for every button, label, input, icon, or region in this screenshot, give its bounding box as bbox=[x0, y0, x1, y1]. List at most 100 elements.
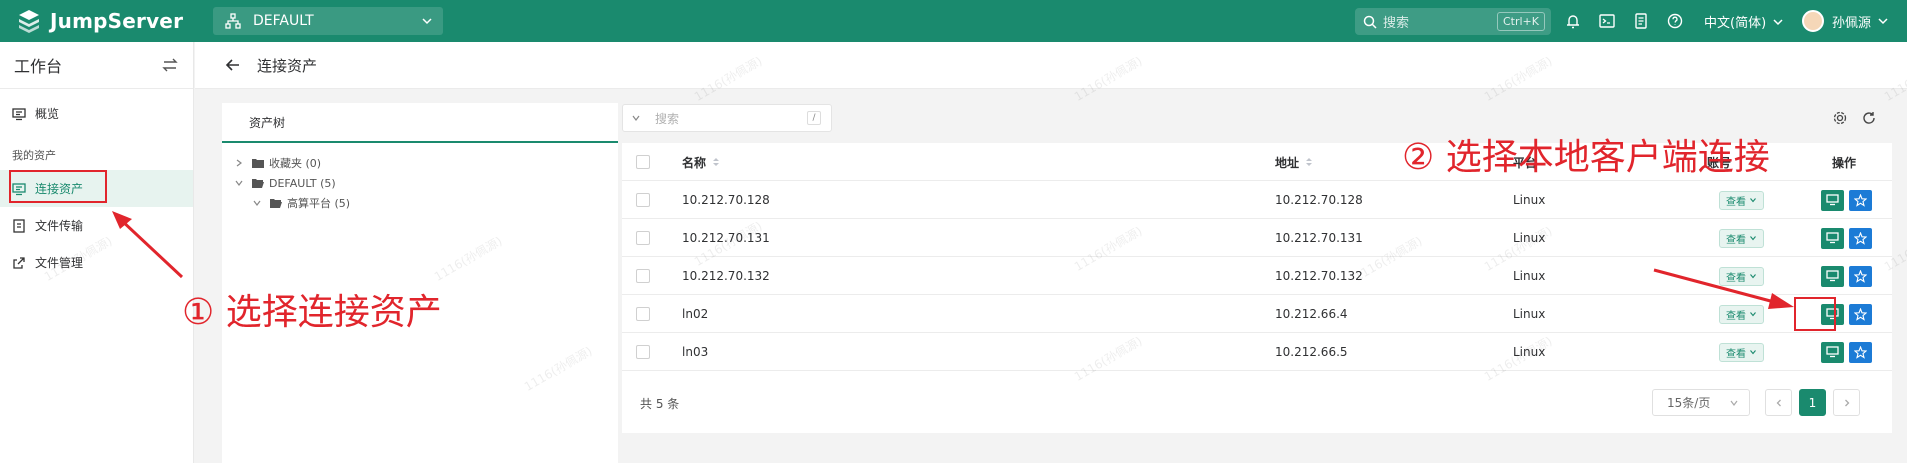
tree-node-favorites[interactable]: 收藏夹 (0) bbox=[222, 153, 618, 173]
favorite-button[interactable] bbox=[1849, 341, 1872, 363]
desktop-icon bbox=[1826, 194, 1839, 206]
asset-address: 10.212.66.5 bbox=[1275, 345, 1348, 359]
star-icon bbox=[1854, 193, 1867, 207]
settings-gear-icon[interactable] bbox=[1832, 110, 1848, 126]
view-accounts-label: 查看 bbox=[1726, 234, 1746, 246]
annotation-step1-text: ① 选择连接资产 bbox=[182, 292, 442, 333]
asset-platform: Linux bbox=[1513, 269, 1546, 283]
favorite-button[interactable] bbox=[1849, 227, 1872, 249]
tab-label: 资产树 bbox=[249, 115, 286, 130]
table-row[interactable]: ln03 10.212.66.5 Linux 查看 bbox=[622, 333, 1892, 371]
row-checkbox[interactable] bbox=[636, 269, 650, 283]
search-shortcut-hint: Ctrl+K bbox=[1496, 12, 1545, 31]
column-label: 操作 bbox=[1832, 155, 1857, 170]
chevron-down-icon bbox=[1750, 198, 1756, 203]
favorite-button[interactable] bbox=[1849, 303, 1872, 325]
tree-node-label: 收藏夹 (0) bbox=[269, 157, 322, 170]
global-search-input[interactable]: 搜索 Ctrl+K bbox=[1355, 8, 1551, 35]
desktop-icon bbox=[1826, 232, 1839, 244]
connect-asset-button[interactable] bbox=[1821, 341, 1844, 363]
star-icon bbox=[1854, 231, 1867, 245]
asset-address: 10.212.70.128 bbox=[1275, 193, 1363, 207]
chevron-down-icon bbox=[1750, 350, 1756, 355]
asset-name[interactable]: ln02 bbox=[682, 307, 708, 321]
switch-view-icon[interactable] bbox=[161, 56, 179, 74]
asset-address: 10.212.70.131 bbox=[1275, 231, 1363, 245]
view-accounts-button[interactable]: 查看 bbox=[1719, 228, 1764, 248]
language-label: 中文(简体) bbox=[1704, 16, 1767, 31]
favorite-button[interactable] bbox=[1849, 189, 1872, 211]
view-accounts-button[interactable]: 查看 bbox=[1719, 342, 1764, 362]
annotation-arrow-2 bbox=[1653, 268, 1794, 309]
row-checkbox[interactable] bbox=[636, 307, 650, 321]
favorite-button[interactable] bbox=[1849, 265, 1872, 287]
back-arrow-icon[interactable] bbox=[225, 57, 241, 73]
folder-open-icon bbox=[252, 179, 264, 188]
chevron-down-icon bbox=[632, 115, 640, 121]
sidebar-group-label: 我的资产 bbox=[12, 149, 56, 162]
tree-node-hpc-platform[interactable]: 高算平台 (5) bbox=[222, 193, 618, 213]
prev-page-button[interactable] bbox=[1765, 389, 1792, 416]
row-checkbox[interactable] bbox=[636, 345, 650, 359]
chevron-down-icon[interactable] bbox=[234, 178, 244, 188]
language-select[interactable]: 中文(简体) bbox=[1704, 12, 1784, 31]
table-row[interactable]: 10.212.70.131 10.212.70.131 Linux 查看 bbox=[622, 219, 1892, 257]
user-name: 孙佩源 bbox=[1832, 15, 1872, 31]
chevron-down-icon bbox=[1750, 236, 1756, 241]
help-icon[interactable] bbox=[1666, 12, 1684, 30]
terminal-icon[interactable] bbox=[1598, 12, 1616, 30]
star-icon bbox=[1854, 345, 1867, 359]
bell-icon[interactable] bbox=[1564, 12, 1582, 30]
sidebar-item-label: 概览 bbox=[35, 107, 60, 121]
connect-asset-button[interactable] bbox=[1821, 265, 1844, 287]
external-link-icon bbox=[13, 256, 25, 269]
search-shortcut-hint: / bbox=[807, 111, 821, 125]
asset-search-input[interactable]: 搜索 / bbox=[622, 104, 832, 132]
table-row[interactable]: 10.212.70.128 10.212.70.128 Linux 查看 bbox=[622, 181, 1892, 219]
asset-name[interactable]: 10.212.70.128 bbox=[682, 193, 770, 207]
annotation-arrow-1 bbox=[112, 211, 184, 279]
search-placeholder: 搜索 bbox=[1383, 16, 1410, 31]
search-placeholder: 搜索 bbox=[655, 111, 680, 126]
column-header-name[interactable]: 名称 bbox=[682, 143, 720, 181]
refresh-icon[interactable] bbox=[1861, 110, 1877, 126]
row-checkbox[interactable] bbox=[636, 231, 650, 245]
next-page-button[interactable] bbox=[1833, 389, 1860, 416]
connect-asset-button[interactable] bbox=[1821, 227, 1844, 249]
row-checkbox[interactable] bbox=[636, 193, 650, 207]
asset-name[interactable]: ln03 bbox=[682, 345, 708, 359]
file-transfer-icon bbox=[13, 218, 25, 233]
folder-icon bbox=[252, 159, 264, 168]
tree-node-default[interactable]: DEFAULT (5) bbox=[222, 173, 618, 193]
search-icon bbox=[1363, 15, 1377, 29]
chevron-down-icon bbox=[1773, 18, 1783, 25]
asset-name[interactable]: 10.212.70.132 bbox=[682, 269, 770, 283]
document-icon[interactable] bbox=[1632, 12, 1650, 30]
total-count: 共 5 条 bbox=[640, 397, 680, 411]
tree-node-label: DEFAULT (5) bbox=[269, 176, 336, 190]
app-logo[interactable]: JumpServer bbox=[0, 8, 210, 34]
column-header-actions: 操作 bbox=[1832, 143, 1856, 181]
desktop-icon bbox=[1826, 270, 1839, 282]
sidebar-item-overview[interactable]: 概览 bbox=[0, 95, 193, 132]
page-size-select[interactable]: 15条/页 bbox=[1652, 389, 1750, 416]
chevron-down-icon[interactable] bbox=[252, 198, 262, 208]
asset-address: 10.212.66.4 bbox=[1275, 307, 1348, 321]
star-icon bbox=[1854, 307, 1867, 321]
chevron-right-icon[interactable] bbox=[234, 158, 244, 168]
org-select[interactable]: DEFAULT bbox=[213, 7, 443, 35]
column-header-address[interactable]: 地址 bbox=[1275, 143, 1313, 181]
page-button-current[interactable]: 1 bbox=[1799, 389, 1826, 416]
sidebar-item-label: 文件传输 bbox=[35, 219, 84, 233]
user-menu[interactable]: 孙佩源 bbox=[1802, 10, 1889, 32]
app-name: JumpServer bbox=[50, 9, 184, 33]
view-accounts-button[interactable]: 查看 bbox=[1719, 190, 1764, 210]
column-label: 名称 bbox=[682, 155, 707, 170]
view-accounts-label: 查看 bbox=[1726, 348, 1746, 360]
folder-open-icon bbox=[270, 199, 282, 208]
connect-asset-button[interactable] bbox=[1821, 189, 1844, 211]
annotation-step2-text: ② 选择本地客户端连接 bbox=[1402, 137, 1770, 178]
jumpserver-logo-icon bbox=[19, 10, 39, 33]
select-all-checkbox[interactable] bbox=[636, 155, 650, 169]
tab-asset-tree[interactable]: 资产树 bbox=[222, 103, 618, 143]
